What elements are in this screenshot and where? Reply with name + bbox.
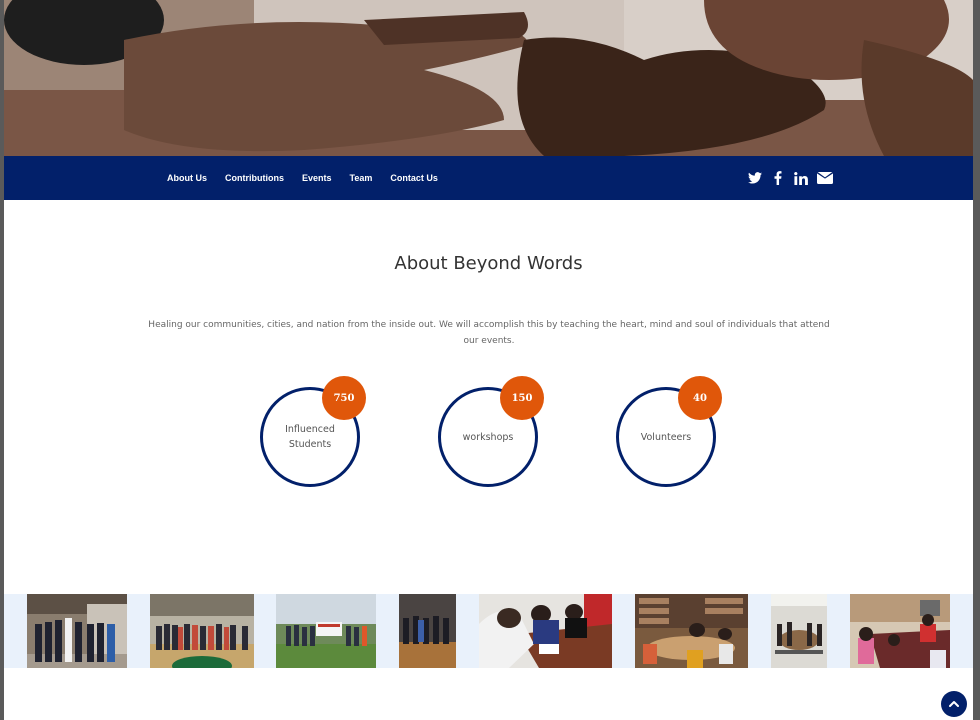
counter-workshops: workshops 150 [438, 376, 544, 487]
hero-image [4, 0, 973, 156]
gallery-photo-6[interactable] [635, 594, 748, 668]
counter-badge: 150 [500, 376, 544, 420]
gallery-photo-5[interactable] [479, 594, 612, 668]
counter-label: workshops [462, 431, 514, 443]
envelope-icon[interactable] [817, 171, 833, 185]
back-to-top-button[interactable] [941, 691, 967, 717]
nav-link-events[interactable]: Events [302, 173, 332, 183]
nav-link-team[interactable]: Team [350, 173, 373, 183]
main-navbar: About Us Contributions Events Team Conta… [4, 156, 973, 200]
gallery-photo-4[interactable] [399, 594, 456, 668]
gallery-photo-2[interactable] [150, 594, 254, 668]
facebook-icon[interactable] [771, 171, 785, 185]
counter-label: Influenced Students [285, 424, 335, 450]
counter-label: Volunteers [640, 431, 692, 443]
counter-badge: 40 [678, 376, 722, 420]
gallery-photo-8[interactable] [850, 594, 950, 668]
linkedin-icon[interactable] [794, 171, 808, 185]
chevron-up-icon [949, 701, 959, 707]
nav-link-contact-us[interactable]: Contact Us [390, 173, 438, 183]
twitter-icon[interactable] [748, 171, 762, 185]
page: About Us Contributions Events Team Conta… [4, 0, 973, 720]
gallery-photo-1[interactable] [27, 594, 127, 668]
nav-link-contributions[interactable]: Contributions [225, 173, 284, 183]
photo-gallery [4, 594, 973, 668]
gallery-photo-7[interactable] [771, 594, 827, 668]
nav-link-about-us[interactable]: About Us [167, 173, 207, 183]
social-links [748, 156, 833, 200]
nav-links: About Us Contributions Events Team Conta… [167, 156, 456, 200]
counter-students: Influenced Students 750 [260, 376, 366, 487]
counter-volunteers: Volunteers 40 [616, 376, 722, 487]
gallery-photo-3[interactable] [276, 594, 376, 668]
about-description: Healing our communities, cities, and nat… [148, 320, 830, 346]
counter-badge: 750 [322, 376, 366, 420]
about-title: About Beyond Words [394, 253, 583, 274]
